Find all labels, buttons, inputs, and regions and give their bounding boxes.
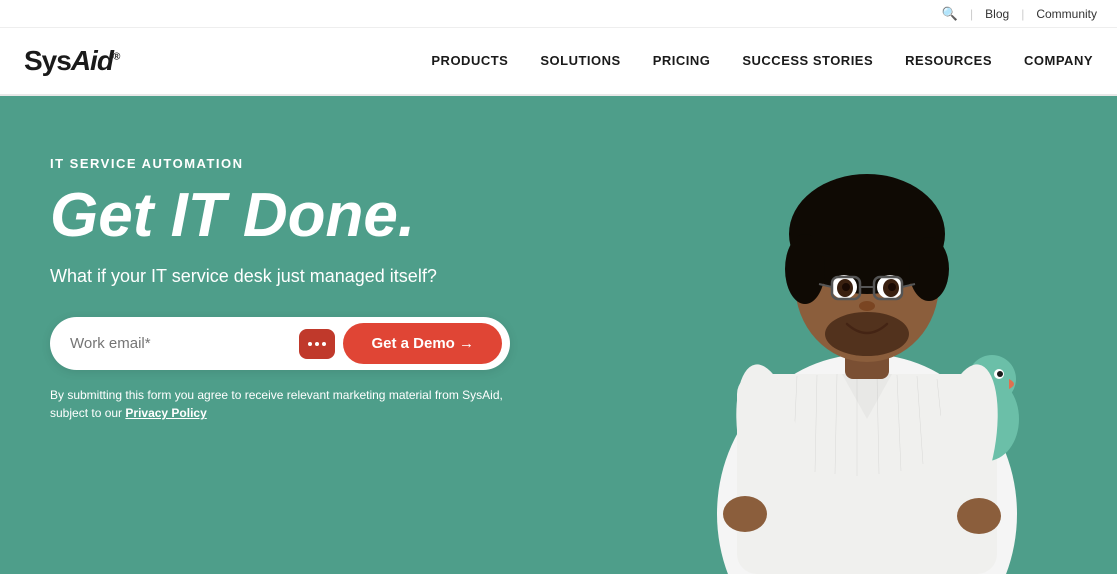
logo-aid: Aid <box>71 45 113 76</box>
nav-item-pricing[interactable]: PRICING <box>653 52 711 70</box>
hero-description: What if your IT service desk just manage… <box>50 266 510 287</box>
community-link[interactable]: Community <box>1036 7 1097 21</box>
chat-dot-2 <box>315 342 319 346</box>
nav-company-link[interactable]: COMPANY <box>1024 53 1093 68</box>
nav-item-resources[interactable]: RESOURCES <box>905 52 992 70</box>
nav-item-success-stories[interactable]: SUCCESS STORIES <box>742 52 873 70</box>
get-demo-button[interactable]: Get a Demo → <box>343 323 502 364</box>
nav-resources-link[interactable]: RESOURCES <box>905 53 992 68</box>
hero-subtitle: IT SERVICE AUTOMATION <box>50 156 510 171</box>
nav-success-link[interactable]: SUCCESS STORIES <box>742 53 873 68</box>
disclaimer-text: By submitting this form you agree to rec… <box>50 386 510 422</box>
nav-item-products[interactable]: PRODUCTS <box>431 52 508 70</box>
blog-link[interactable]: Blog <box>985 7 1009 21</box>
nav-links: PRODUCTS SOLUTIONS PRICING SUCCESS STORI… <box>431 52 1093 70</box>
email-input[interactable] <box>70 335 299 352</box>
nav-pricing-link[interactable]: PRICING <box>653 53 711 68</box>
logo-reg: ® <box>113 52 119 63</box>
search-icon[interactable]: 🔍 <box>942 6 958 22</box>
logo-sys: Sys <box>24 45 71 76</box>
separator2: | <box>1021 7 1024 21</box>
separator: | <box>970 7 973 21</box>
nav-products-link[interactable]: PRODUCTS <box>431 53 508 68</box>
chat-icon-button[interactable] <box>299 329 335 359</box>
nav-item-solutions[interactable]: SOLUTIONS <box>540 52 620 70</box>
hero-content: IT SERVICE AUTOMATION Get IT Done. What … <box>50 156 510 422</box>
email-form: Get a Demo → <box>50 317 510 370</box>
nav-item-company[interactable]: COMPANY <box>1024 52 1093 70</box>
main-navbar: SysAid® PRODUCTS SOLUTIONS PRICING SUCCE… <box>0 28 1117 96</box>
hero-person-illustration <box>657 124 1077 574</box>
hero-title: Get IT Done. <box>50 183 510 248</box>
nav-solutions-link[interactable]: SOLUTIONS <box>540 53 620 68</box>
chat-dot-3 <box>322 342 326 346</box>
hero-section: IT SERVICE AUTOMATION Get IT Done. What … <box>0 96 1117 574</box>
utility-bar: 🔍 | Blog | Community <box>0 0 1117 28</box>
logo[interactable]: SysAid® <box>24 45 119 77</box>
chat-dots <box>308 342 326 346</box>
chat-dot-1 <box>308 342 312 346</box>
privacy-policy-link[interactable]: Privacy Policy <box>125 406 206 420</box>
